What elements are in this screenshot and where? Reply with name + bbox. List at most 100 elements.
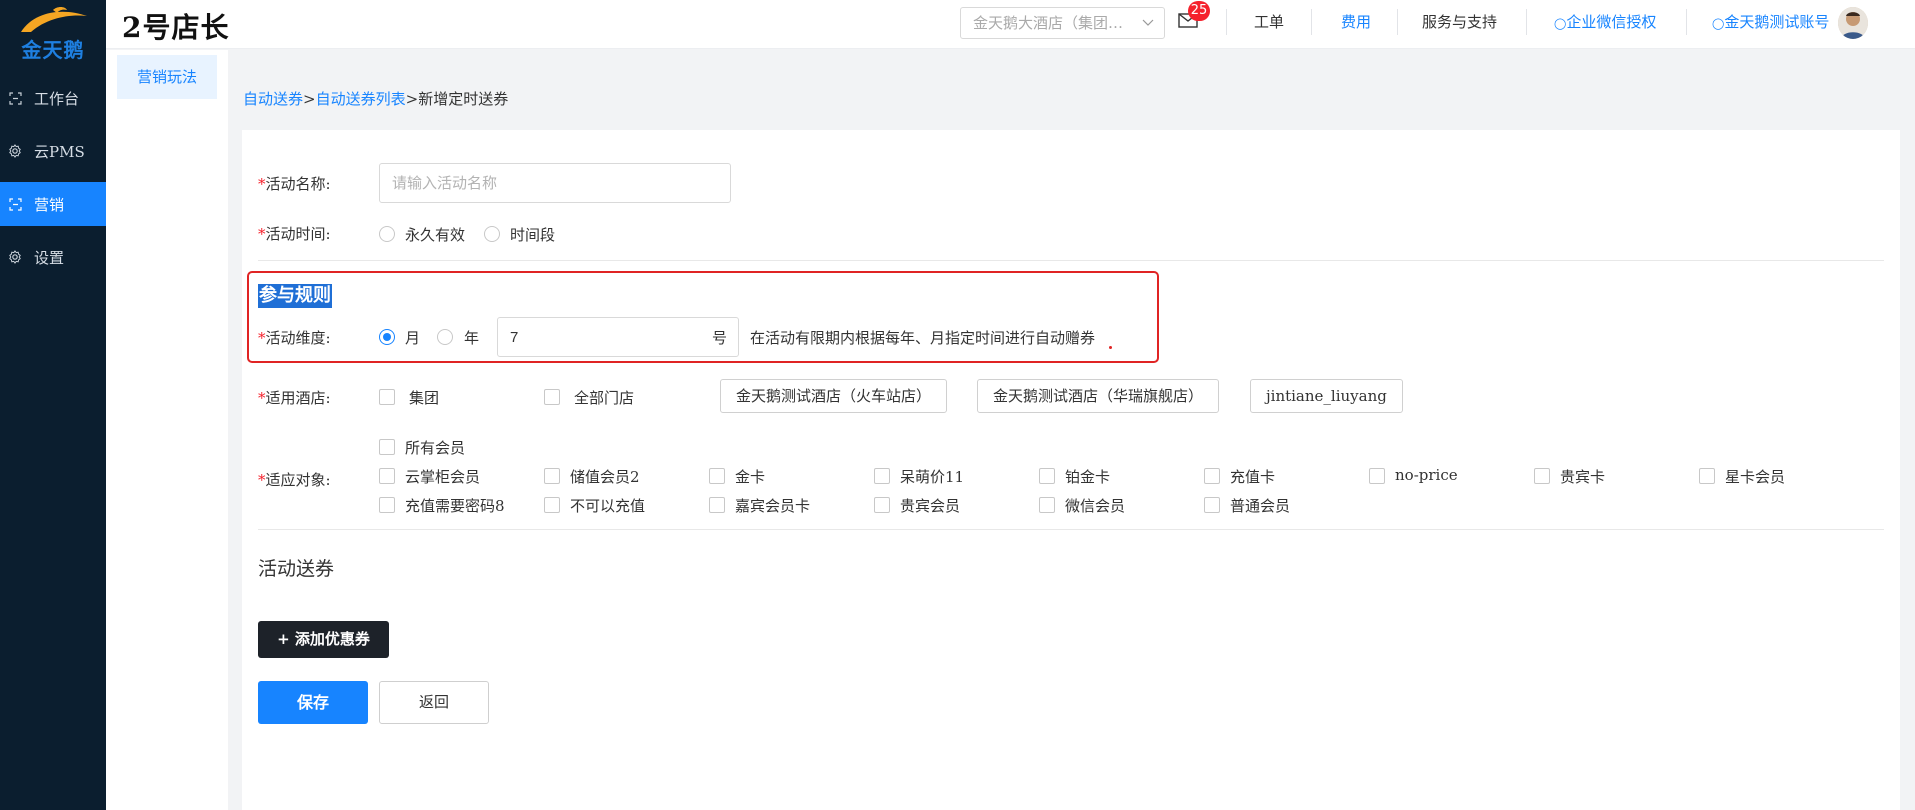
all-members-label: 所有会员 [405, 439, 466, 457]
activity-name-label: *活动名称: [258, 175, 331, 193]
form-panel: *活动名称: *活动时间: 永久有效 时间段 参与规则 *活动维度: 月 年 号… [242, 130, 1900, 810]
divider [1526, 9, 1527, 35]
time-forever-radio[interactable] [379, 226, 395, 242]
member-label: 微信会员 [1065, 497, 1126, 515]
user-icon: ◯ [1554, 17, 1567, 30]
member-label: 铂金卡 [1065, 468, 1111, 486]
user-icon: ◯ [1712, 17, 1725, 30]
nav-item-cloud-pms[interactable]: 云PMS [0, 129, 106, 173]
member-checkbox[interactable] [874, 468, 890, 484]
hotel-all-checkbox[interactable] [544, 389, 560, 405]
member-checkbox[interactable] [709, 468, 725, 484]
dimension-hint: 在活动有限期内根据每年、月指定时间进行自动赠券 [750, 329, 1096, 347]
service-link[interactable]: 服务与支持 [1422, 0, 1497, 44]
member-checkbox[interactable] [544, 468, 560, 484]
mail-badge: 25 [1188, 1, 1210, 21]
marketing-icon [8, 197, 22, 211]
member-label: 金卡 [735, 468, 766, 486]
hotel-all-label: 全部门店 [574, 389, 635, 407]
member-label: 贵宾会员 [900, 497, 961, 515]
coupon-section-title: 活动送券 [258, 558, 335, 580]
member-checkbox[interactable] [1369, 468, 1385, 484]
gear-icon [8, 250, 22, 264]
member-checkbox[interactable] [1204, 497, 1220, 513]
wecom-auth-link[interactable]: ◯企业微信授权 [1554, 0, 1656, 44]
member-label: 云掌柜会员 [405, 468, 481, 486]
breadcrumb-separator: > [303, 90, 316, 108]
divider [1226, 9, 1227, 35]
time-period-label: 时间段 [510, 226, 556, 244]
hotel-group-checkbox[interactable] [379, 389, 395, 405]
workbench-icon [8, 91, 22, 105]
back-button[interactable]: 返回 [379, 681, 489, 724]
divider [1686, 9, 1687, 35]
member-label: 储值会员2 [570, 468, 640, 486]
submenu-item-marketing-play[interactable]: 营销玩法 [117, 55, 217, 99]
activity-time-label: *活动时间: [258, 225, 331, 243]
hotel-tag[interactable]: 金天鹅测试酒店（华瑞旗舰店） [977, 379, 1220, 413]
dimension-year-radio[interactable] [437, 329, 453, 345]
nav-item-workbench[interactable]: 工作台 [0, 76, 106, 120]
member-label: 呆萌价11 [900, 468, 965, 486]
save-button[interactable]: 保存 [258, 681, 368, 724]
member-checkbox[interactable] [709, 497, 725, 513]
hotel-select[interactable]: 金天鹅大酒店（集团… [960, 7, 1165, 39]
member-checkbox[interactable] [379, 468, 395, 484]
dimension-label: *活动维度: [258, 329, 331, 347]
rules-section-title: 参与规则 [258, 284, 332, 308]
member-label: no-price [1395, 466, 1458, 484]
avatar[interactable] [1838, 7, 1868, 39]
member-checkbox[interactable] [1204, 468, 1220, 484]
member-checkbox[interactable] [1699, 468, 1715, 484]
dimension-year-label: 年 [464, 329, 480, 347]
member-label: 充值需要密码8 [405, 497, 505, 515]
chevron-down-icon [1142, 9, 1154, 49]
member-label: 星卡会员 [1725, 468, 1786, 486]
dimension-day-input[interactable] [497, 317, 739, 357]
hotel-select-value: 金天鹅大酒店（集团… [973, 14, 1124, 32]
red-dot [1109, 346, 1112, 349]
member-checkbox[interactable] [874, 497, 890, 513]
fees-link[interactable]: 费用 [1341, 0, 1371, 44]
member-label: 充值卡 [1230, 468, 1276, 486]
logo: 金天鹅 [0, 0, 106, 64]
member-checkbox[interactable] [1039, 468, 1055, 484]
member-checkbox[interactable] [544, 497, 560, 513]
secondary-menu: 营销玩法 [106, 50, 228, 810]
target-label: *适应对象: [258, 471, 331, 489]
member-checkbox[interactable] [379, 497, 395, 513]
nav-item-marketing[interactable]: 营销 [0, 182, 106, 226]
breadcrumb-coupon-list[interactable]: 自动送券列表 [316, 90, 406, 108]
nav-item-settings[interactable]: 设置 [0, 235, 106, 279]
breadcrumb-separator: > [405, 90, 419, 108]
breadcrumb-auto-coupon[interactable]: 自动送券 [243, 90, 303, 108]
member-label: 不可以充值 [570, 497, 646, 515]
breadcrumb: 自动送券>自动送券列表>新增定时送券 [243, 88, 508, 109]
dimension-day-suffix: 号 [712, 329, 728, 347]
left-nav: 金天鹅 工作台 云PMS 营销 设置 [0, 0, 106, 810]
time-period-radio[interactable] [484, 226, 500, 242]
nav-item-label: 设置 [34, 248, 65, 267]
activity-name-input[interactable] [379, 163, 731, 203]
nav-item-label: 工作台 [34, 89, 80, 108]
hotel-label: *适用酒店: [258, 389, 331, 407]
hotel-tag[interactable]: jintiane_liuyang [1250, 379, 1403, 413]
member-checkbox[interactable] [1534, 468, 1550, 484]
member-label: 贵宾卡 [1560, 468, 1606, 486]
hotel-tag[interactable]: 金天鹅测试酒店（火车站店） [720, 379, 948, 413]
member-label: 普通会员 [1230, 497, 1291, 515]
brand-title: 2号店长 [122, 11, 230, 44]
ticket-link[interactable]: 工单 [1254, 0, 1284, 44]
gear-icon [8, 144, 22, 158]
top-bar: 2号店长 金天鹅大酒店（集团… 25 工单 费用 服务与支持 ◯企业微信授权 ◯… [106, 0, 1915, 49]
all-members-checkbox[interactable] [379, 439, 395, 455]
account-label: 金天鹅测试账号 [1724, 13, 1830, 31]
dimension-month-radio[interactable] [379, 329, 395, 345]
member-label: 嘉宾会员卡 [735, 497, 811, 515]
wecom-auth-label: 企业微信授权 [1566, 13, 1657, 31]
account-link[interactable]: ◯金天鹅测试账号 [1712, 0, 1829, 44]
add-coupon-button[interactable]: + 添加优惠券 [258, 621, 389, 658]
nav-item-label: 营销 [34, 195, 65, 214]
hotel-group-label: 集团 [409, 389, 440, 407]
member-checkbox[interactable] [1039, 497, 1055, 513]
